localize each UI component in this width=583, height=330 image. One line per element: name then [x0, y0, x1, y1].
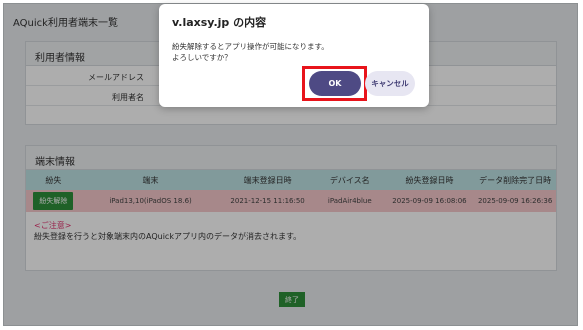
dialog-message-line1: 紛失解除するとアプリ操作が可能になります。 [172, 42, 329, 51]
dialog-message-line2: よろしいですか？ [172, 53, 232, 62]
ok-button[interactable]: OK [309, 71, 361, 96]
cancel-button[interactable]: キャンセル [365, 71, 415, 96]
dialog-message: 紛失解除するとアプリ操作が可能になります。 よろしいですか？ [172, 41, 329, 63]
dialog-title: v.laxsy.jp の内容 [172, 16, 267, 29]
